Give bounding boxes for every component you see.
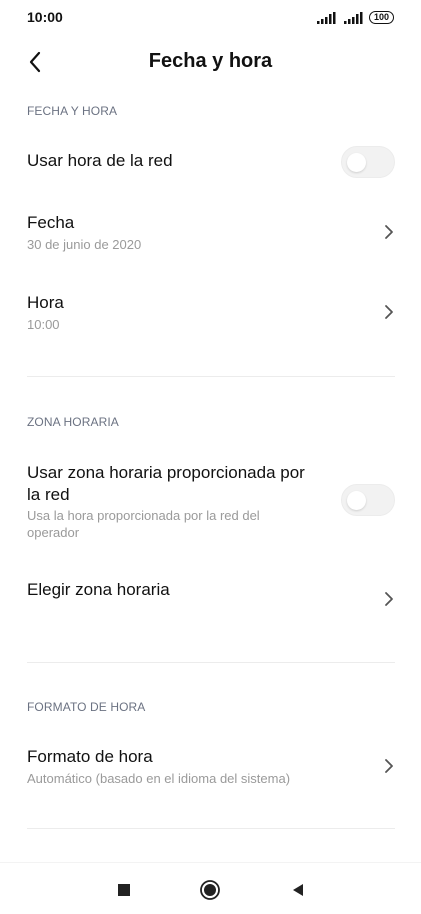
time-format-value: Automático (basado en el idioma del sist… — [27, 771, 291, 786]
network-zone-label-line2: la red — [27, 485, 70, 504]
divider — [27, 376, 395, 377]
date-value: 30 de junio de 2020 — [27, 237, 142, 252]
network-time-label: Usar hora de la red — [27, 151, 173, 170]
recents-button[interactable] — [113, 879, 135, 901]
section-header-time-zone: ZONA HORARIA — [27, 415, 119, 429]
back-nav-button[interactable] — [287, 879, 309, 901]
network-time-toggle[interactable] — [341, 146, 395, 178]
time-format-label: Formato de hora — [27, 747, 153, 766]
square-icon — [118, 884, 130, 896]
network-zone-label-line1: Usar zona horaria proporcionada por — [27, 463, 305, 482]
header: Fecha y hora — [0, 36, 421, 88]
signal-icon — [344, 12, 363, 24]
date-label: Fecha — [27, 213, 75, 232]
toggle-knob — [347, 153, 366, 172]
signal-icon — [317, 12, 336, 24]
choose-zone-label: Elegir zona horaria — [27, 580, 170, 599]
triangle-left-icon — [293, 884, 303, 896]
chevron-right-icon — [385, 225, 393, 239]
chevron-right-icon — [385, 305, 393, 319]
time-row[interactable]: Hora 10:00 — [0, 288, 421, 344]
date-row[interactable]: Fecha 30 de junio de 2020 — [0, 208, 421, 264]
status-bar: 10:00 100 — [0, 0, 421, 36]
chevron-right-icon — [385, 759, 393, 773]
status-time: 10:00 — [27, 9, 63, 25]
toggle-knob — [347, 491, 366, 510]
time-value: 10:00 — [27, 317, 60, 332]
time-label: Hora — [27, 293, 64, 312]
home-button[interactable] — [199, 879, 221, 901]
chevron-right-icon — [385, 592, 393, 606]
section-header-date-time: FECHA Y HORA — [27, 104, 118, 118]
battery-icon: 100 — [369, 11, 394, 24]
choose-zone-row[interactable]: Elegir zona horaria — [0, 572, 421, 622]
divider — [27, 662, 395, 663]
page-title: Fecha y hora — [148, 50, 273, 72]
section-header-time-format: FORMATO DE HORA — [27, 700, 146, 714]
network-zone-toggle[interactable] — [341, 484, 395, 516]
divider — [27, 828, 395, 829]
time-format-row[interactable]: Formato de hora Automático (basado en el… — [0, 740, 421, 796]
network-zone-desc-line2: operador — [27, 525, 80, 540]
network-zone-desc-line1: Usa la hora proporcionada por la red del — [27, 508, 260, 523]
navigation-bar — [0, 862, 421, 914]
network-time-row[interactable]: Usar hora de la red — [0, 140, 421, 184]
network-zone-row[interactable]: Usar zona horaria proporcionada por la r… — [0, 458, 421, 544]
circle-icon — [200, 880, 220, 900]
